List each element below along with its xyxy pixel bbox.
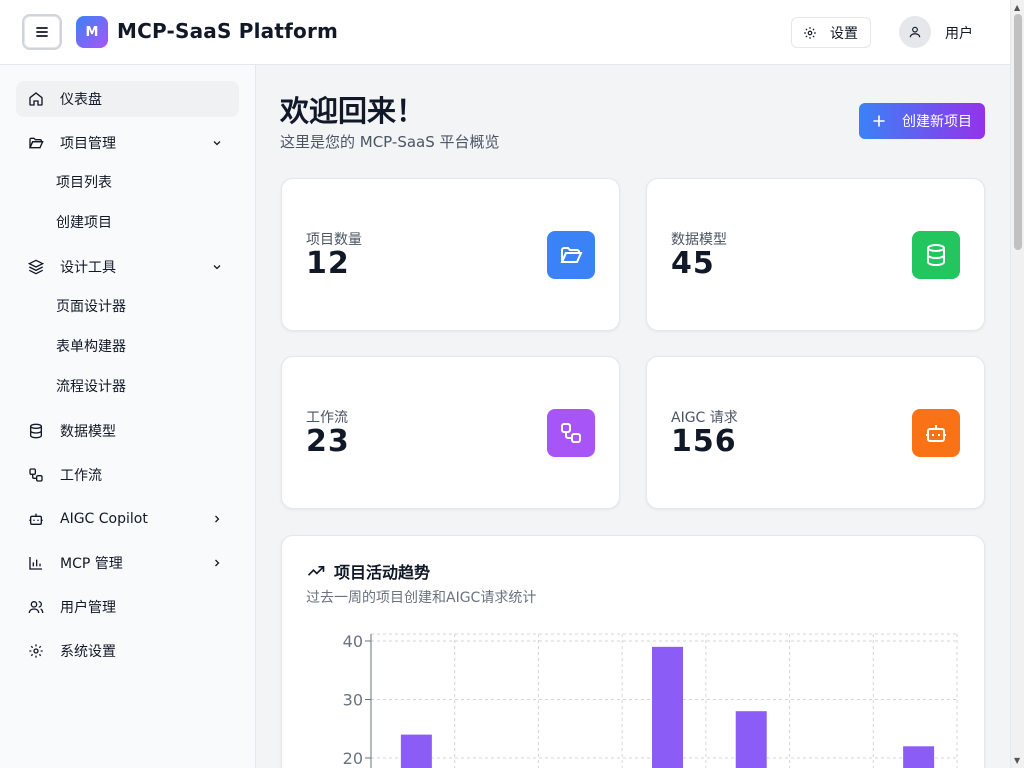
workflow-icon [28, 467, 44, 483]
activity-chart-card: 项目活动趋势 过去一周的项目创建和AIGC请求统计 40 30 20 [281, 535, 985, 768]
settings-label: 设置 [830, 25, 858, 42]
stat-card-data-models: 数据模型 45 [646, 178, 985, 331]
settings-button[interactable]: 设置 [791, 17, 871, 48]
stat-card-workflows: 工作流 23 [281, 356, 620, 509]
create-project-button[interactable]: 创建新项目 [859, 103, 985, 139]
database-icon [28, 423, 44, 439]
y-tick-label: 20 [343, 749, 363, 768]
sidebar-item-label: 项目管理 [60, 136, 116, 152]
bot-icon [912, 409, 960, 457]
home-icon [28, 91, 44, 107]
scroll-down-arrow-icon[interactable]: ▼ [1014, 756, 1020, 765]
sidebar-subitem-flow-designer[interactable]: 流程设计器 [56, 377, 126, 397]
sidebar-subitem-page-designer[interactable]: 页面设计器 [56, 297, 126, 317]
app-logo: M [76, 16, 108, 48]
sidebar-item-label: 数据模型 [60, 424, 116, 440]
stat-card-aigc-requests: AIGC 请求 156 [646, 356, 985, 509]
sidebar-subitem-form-builder[interactable]: 表单构建器 [56, 337, 126, 357]
stat-value: 45 [671, 246, 715, 281]
scroll-thumb[interactable] [1014, 14, 1022, 250]
sidebar-item-label: AIGC Copilot [60, 511, 148, 527]
chevron-down-icon [209, 135, 225, 151]
sidebar-subitem-create-project[interactable]: 创建项目 [56, 213, 112, 233]
user-avatar[interactable] [899, 16, 931, 48]
y-tick-label: 30 [343, 691, 363, 710]
sidebar-item-workflow[interactable]: 工作流 [16, 457, 239, 493]
sidebar-item-aigc-copilot[interactable]: AIGC Copilot [16, 501, 239, 537]
plus-icon [873, 115, 885, 127]
sidebar-item-label: 用户管理 [60, 600, 116, 616]
users-icon [28, 599, 44, 615]
stat-card-projects: 项目数量 12 [281, 178, 620, 331]
create-project-label: 创建新项目 [902, 114, 972, 130]
sidebar: 仪表盘 项目管理 项目列表 创建项目 设计工具 页面设计器 表单构建器 流程设计… [0, 65, 256, 768]
folder-open-icon [28, 135, 44, 151]
layers-icon [28, 259, 44, 275]
stat-value: 156 [671, 424, 737, 459]
chevron-down-icon [209, 259, 225, 275]
database-icon [912, 231, 960, 279]
sidebar-item-projects[interactable]: 项目管理 [16, 125, 239, 161]
stat-value: 12 [306, 246, 350, 281]
sidebar-item-dashboard[interactable]: 仪表盘 [16, 81, 239, 117]
user-icon [909, 26, 921, 38]
page-title: 欢迎回来！ [280, 94, 426, 128]
activity-bar-chart: 40 30 20 [343, 632, 958, 768]
chart-bar [652, 646, 683, 768]
sidebar-item-label: 系统设置 [60, 644, 116, 660]
sidebar-item-label: 仪表盘 [60, 92, 102, 108]
gear-icon [804, 26, 816, 39]
stat-value: 23 [306, 424, 350, 459]
chevron-right-icon [209, 555, 225, 571]
folder-open-icon [547, 231, 595, 279]
sidebar-item-label: 工作流 [60, 468, 102, 484]
menu-toggle-button[interactable] [22, 14, 62, 50]
app-title: MCP-SaaS Platform [117, 19, 339, 43]
sidebar-subitem-project-list[interactable]: 项目列表 [56, 173, 112, 193]
page-subtitle: 这里是您的 MCP-SaaS 平台概览 [280, 133, 500, 151]
sidebar-item-system-settings[interactable]: 系统设置 [16, 633, 239, 669]
scroll-up-arrow-icon[interactable]: ▲ [1014, 3, 1020, 12]
bot-icon [28, 511, 44, 527]
page-scrollbar[interactable]: ▲ ▼ [1010, 0, 1024, 768]
gear-icon [28, 643, 44, 659]
workflow-icon [547, 409, 595, 457]
chart-bar [735, 711, 767, 768]
y-tick-label: 40 [343, 632, 363, 651]
user-name-label[interactable]: 用户 [945, 23, 973, 43]
sidebar-item-user-management[interactable]: 用户管理 [16, 589, 239, 625]
menu-icon [36, 27, 48, 37]
chart-bar [400, 734, 432, 768]
sidebar-item-label: 设计工具 [60, 260, 116, 276]
top-header: M MCP-SaaS Platform 设置 用户 [0, 0, 1010, 65]
sidebar-item-label: MCP 管理 [60, 556, 123, 572]
sidebar-item-mcp-management[interactable]: MCP 管理 [16, 545, 239, 581]
sidebar-item-design-tools[interactable]: 设计工具 [16, 249, 239, 285]
bar-chart-icon [28, 555, 44, 571]
chart-bar [903, 746, 935, 768]
chevron-right-icon [209, 511, 225, 527]
sidebar-item-data-model[interactable]: 数据模型 [16, 413, 239, 449]
